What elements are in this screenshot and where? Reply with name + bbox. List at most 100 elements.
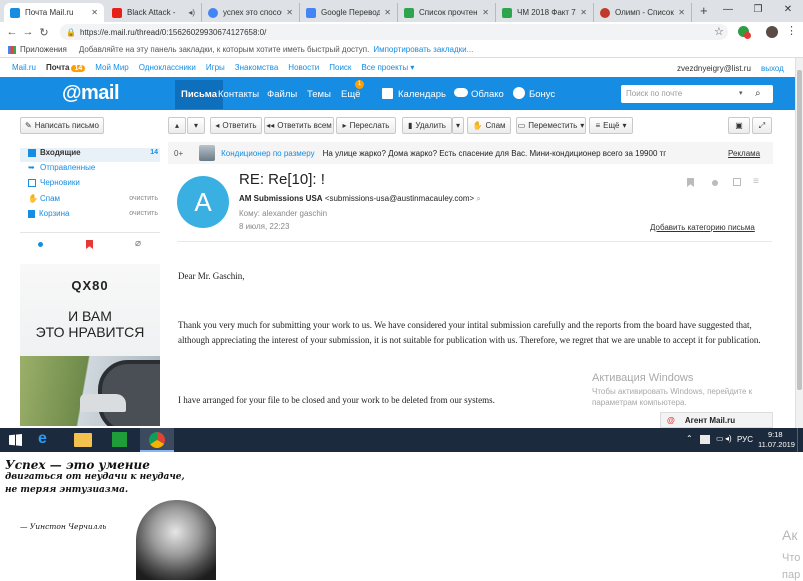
page-scrollbar[interactable] <box>795 58 803 428</box>
link-pochta[interactable]: Почта 14 <box>46 63 86 72</box>
file-explorer-icon[interactable] <box>74 433 92 447</box>
tab-mail[interactable]: Почта Mail.ru ✕ <box>4 3 104 22</box>
to-name[interactable]: alexander gaschin <box>262 209 327 218</box>
folder-inbox[interactable]: Входящие 14 <box>28 148 158 157</box>
bookmarks-apps-link[interactable]: Приложения <box>20 45 67 54</box>
reply-all-button[interactable]: ◂◂ Ответить всем <box>264 117 334 134</box>
windows-start-icon[interactable] <box>9 434 22 446</box>
logout-link[interactable]: выход <box>761 64 784 73</box>
add-category-link[interactable]: Добавить категорию письма <box>650 223 755 232</box>
link-all-projects[interactable]: Все проекты ▾ <box>361 63 414 72</box>
nav-kontakty[interactable]: Контакты <box>218 89 259 100</box>
show-desktop-button[interactable] <box>797 428 803 452</box>
print-button[interactable]: ▣ <box>728 117 750 134</box>
next-message-button[interactable]: ▾ <box>187 117 205 134</box>
close-icon[interactable]: ✕ <box>91 8 98 17</box>
nav-cloud[interactable]: Облако <box>471 89 504 100</box>
back-icon[interactable]: ← <box>4 26 20 38</box>
sender-search-icon[interactable]: ⌕ <box>476 194 480 203</box>
link-novosti[interactable]: Новости <box>288 63 319 72</box>
reload-icon[interactable]: ↻ <box>36 26 52 39</box>
bookmark-star-icon[interactable]: ☆ <box>714 25 724 38</box>
folder-sent[interactable]: ➥ Отправленные <box>28 163 158 172</box>
nav-more[interactable]: Ещё <box>341 89 360 100</box>
folder-trash[interactable]: Корзина очистить <box>28 209 158 218</box>
agent-mail-button[interactable]: @ Агент Mail.ru <box>660 412 773 428</box>
folder-spam[interactable]: ✋ Спам очистить <box>28 194 158 203</box>
expand-button[interactable]: ⤢ <box>752 117 772 134</box>
link-poisk[interactable]: Поиск <box>329 63 351 72</box>
url-field[interactable]: 🔒 https://e.mail.ru/thread/0:15626029930… <box>60 24 728 40</box>
minimize-icon[interactable]: — <box>713 0 743 22</box>
promo-ad-label[interactable]: Реклама <box>728 149 760 158</box>
close-icon[interactable]: ✕ <box>286 8 293 17</box>
link-igry[interactable]: Игры <box>206 63 225 72</box>
prev-message-button[interactable]: ▴ <box>168 117 186 134</box>
tab-world-cup[interactable]: ЧМ 2018 Факт 743 ✕ <box>496 3 594 22</box>
mail-search-input[interactable]: Поиск по почте ▾ ⌕ <box>621 85 773 103</box>
audio-icon[interactable]: ◂) <box>188 8 195 17</box>
tray-chevron-icon[interactable]: ⌃ <box>686 434 693 443</box>
close-window-icon[interactable]: ✕ <box>773 0 803 22</box>
network-icon[interactable]: ▭ <box>716 434 724 443</box>
tab-olymp[interactable]: Олимп - Список с ✕ <box>594 3 692 22</box>
nav-faily[interactable]: Файлы <box>267 89 297 100</box>
ie-icon[interactable]: e <box>38 430 47 448</box>
chrome-taskbar-button[interactable] <box>140 428 174 452</box>
profile-avatar[interactable] <box>766 26 778 38</box>
reply-button[interactable]: ◂ Ответить <box>210 117 262 134</box>
clock-date[interactable]: 11.07.2019 <box>758 440 795 449</box>
new-tab-button[interactable]: + <box>700 3 708 18</box>
attachment-filter-icon[interactable]: ⌀ <box>135 238 141 249</box>
link-znakomstva[interactable]: Знакомства <box>235 63 279 72</box>
tab-google-translate[interactable]: Google Переводч ✕ <box>300 3 398 22</box>
move-button[interactable]: ▭ Переместить ▾ <box>516 117 586 134</box>
spam-button[interactable]: ✋ Спам <box>467 117 511 134</box>
unread-filter-icon[interactable] <box>38 242 43 247</box>
promo-link[interactable]: Кондиционер по размеру <box>221 149 315 158</box>
clear-trash-link[interactable]: очистить <box>129 210 158 217</box>
nav-pisma[interactable]: Письма <box>175 80 223 109</box>
scrollbar-thumb[interactable] <box>797 70 802 390</box>
link-odnoklassniki[interactable]: Одноклассники <box>139 63 196 72</box>
user-email[interactable]: zvezdnyeigry@list.ru <box>677 64 751 73</box>
tray-app-icon[interactable] <box>700 435 710 444</box>
forward-icon[interactable]: → <box>20 26 36 38</box>
sender-name[interactable]: AM Submissions USA <box>239 194 323 203</box>
link-mailru[interactable]: Mail.ru <box>12 63 36 72</box>
tab-black-attack[interactable]: Black Attack - ◂) <box>106 3 202 22</box>
delete-dropdown-button[interactable]: ▾ <box>452 117 464 134</box>
more-button[interactable]: ≡ Ещё ▾ <box>589 117 633 134</box>
close-icon[interactable]: ✕ <box>678 8 685 17</box>
close-icon[interactable]: ✕ <box>482 8 489 17</box>
search-dropdown-icon[interactable]: ▾ <box>739 85 743 103</box>
language-indicator[interactable]: РУС <box>737 435 753 444</box>
tab-google-search[interactable]: успех это способн ✕ <box>202 3 300 22</box>
compose-button[interactable]: ✎ Написать письмо <box>20 117 104 134</box>
mail-logo[interactable]: @mail <box>62 82 120 105</box>
ad-banner[interactable]: QX80 И ВАМ ЭТО НРАВИТСЯ <box>20 264 160 426</box>
nav-bonus[interactable]: Бонус <box>529 89 555 100</box>
close-icon[interactable]: ✕ <box>384 8 391 17</box>
import-bookmarks-link[interactable]: Импортировать закладки... <box>373 45 473 54</box>
message-menu-icon[interactable]: ≡ <box>753 176 759 187</box>
read-status-icon[interactable] <box>712 180 718 186</box>
close-icon[interactable]: ✕ <box>580 8 587 17</box>
volume-icon[interactable]: ◂) <box>725 434 732 443</box>
sender-email[interactable]: <submissions-usa@austinmacauley.com> <box>325 194 474 203</box>
promo-text[interactable]: На улице жарко? Дома жарко? Есть спасени… <box>323 149 667 158</box>
store-icon[interactable] <box>112 432 127 447</box>
clock-time[interactable]: 9:18 <box>768 430 783 439</box>
maximize-icon[interactable]: ❐ <box>743 0 773 22</box>
nav-temy[interactable]: Темы <box>307 89 331 100</box>
nav-calendar[interactable]: Календарь <box>398 89 446 100</box>
menu-dots-icon[interactable]: ⋮ <box>786 24 797 37</box>
folder-drafts[interactable]: Черновики <box>28 178 158 187</box>
link-moy-mir[interactable]: Мой Мир <box>95 63 128 72</box>
delete-button[interactable]: ▮ Удалить <box>402 117 452 134</box>
forward-button[interactable]: ▸ Переслать <box>336 117 396 134</box>
clear-spam-link[interactable]: очистить <box>129 195 158 202</box>
calendar-small-icon[interactable] <box>733 178 741 186</box>
search-icon[interactable]: ⌕ <box>755 85 761 103</box>
tab-read-list[interactable]: Список прочтенн ✕ <box>398 3 496 22</box>
